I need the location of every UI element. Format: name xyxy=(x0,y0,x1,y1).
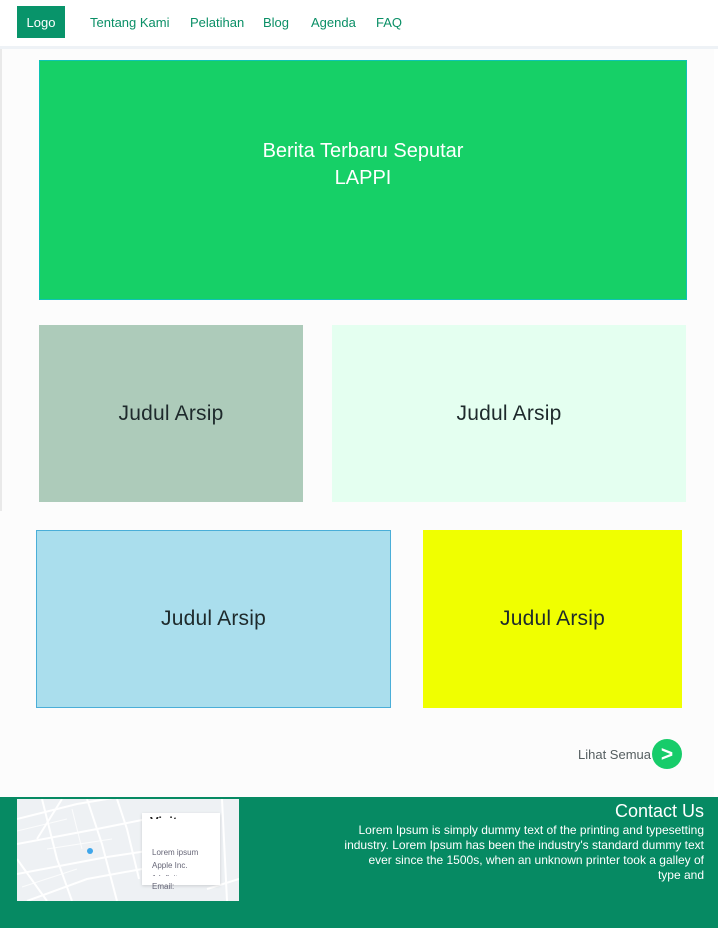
map-card-title: Visit xyxy=(150,813,177,819)
location-map[interactable]: Visit Lorem ipsum Apple Inc. 1 Infinite … xyxy=(17,799,239,901)
archive-card-title: Judul Arsip xyxy=(161,607,266,630)
archive-card-title: Judul Arsip xyxy=(118,401,224,425)
page-left-border xyxy=(0,49,2,511)
contact-title: Contact Us xyxy=(614,801,704,821)
map-card-line: Apple Inc. xyxy=(152,861,188,870)
see-all-link[interactable]: Lihat Semua xyxy=(578,747,651,762)
navbar: Logo Tentang Kami Pelatihan Blog Agenda … xyxy=(0,0,718,49)
map-card-line: 1 Infinite xyxy=(152,873,182,876)
page-right-border xyxy=(714,49,718,797)
archive-card[interactable]: Judul Arsip xyxy=(423,530,682,708)
footer: Visit Lorem ipsum Apple Inc. 1 Infinite … xyxy=(0,797,718,928)
archive-card[interactable]: Judul Arsip xyxy=(39,325,303,502)
nav-link-blog[interactable]: Blog xyxy=(263,15,289,30)
archive-card[interactable]: Judul Arsip xyxy=(332,325,686,502)
nav-link-faq[interactable]: FAQ xyxy=(376,15,402,30)
map-card-line: Email: xyxy=(152,882,175,891)
nav-link-pelatihan[interactable]: Pelatihan xyxy=(190,15,244,30)
chevron-right-icon[interactable]: > xyxy=(652,739,682,769)
map-card-line: Lorem ipsum xyxy=(152,848,199,857)
archive-card-title: Judul Arsip xyxy=(500,607,605,630)
map-info-card: Visit Lorem ipsum Apple Inc. 1 Infinite … xyxy=(142,813,220,891)
archive-card[interactable]: Judul Arsip xyxy=(36,530,391,708)
map-marker-icon[interactable] xyxy=(87,848,93,854)
nav-link-tentang-kami[interactable]: Tentang Kami xyxy=(90,15,170,30)
logo[interactable]: Logo xyxy=(17,6,65,38)
archive-card-title: Judul Arsip xyxy=(456,401,562,425)
hero-banner[interactable]: Berita Terbaru Seputar LAPPI xyxy=(39,60,687,300)
hero-title: Berita Terbaru Seputar LAPPI xyxy=(262,140,464,189)
nav-link-agenda[interactable]: Agenda xyxy=(311,15,356,30)
contact-text: Lorem Ipsum is simply dummy text of the … xyxy=(344,823,704,882)
